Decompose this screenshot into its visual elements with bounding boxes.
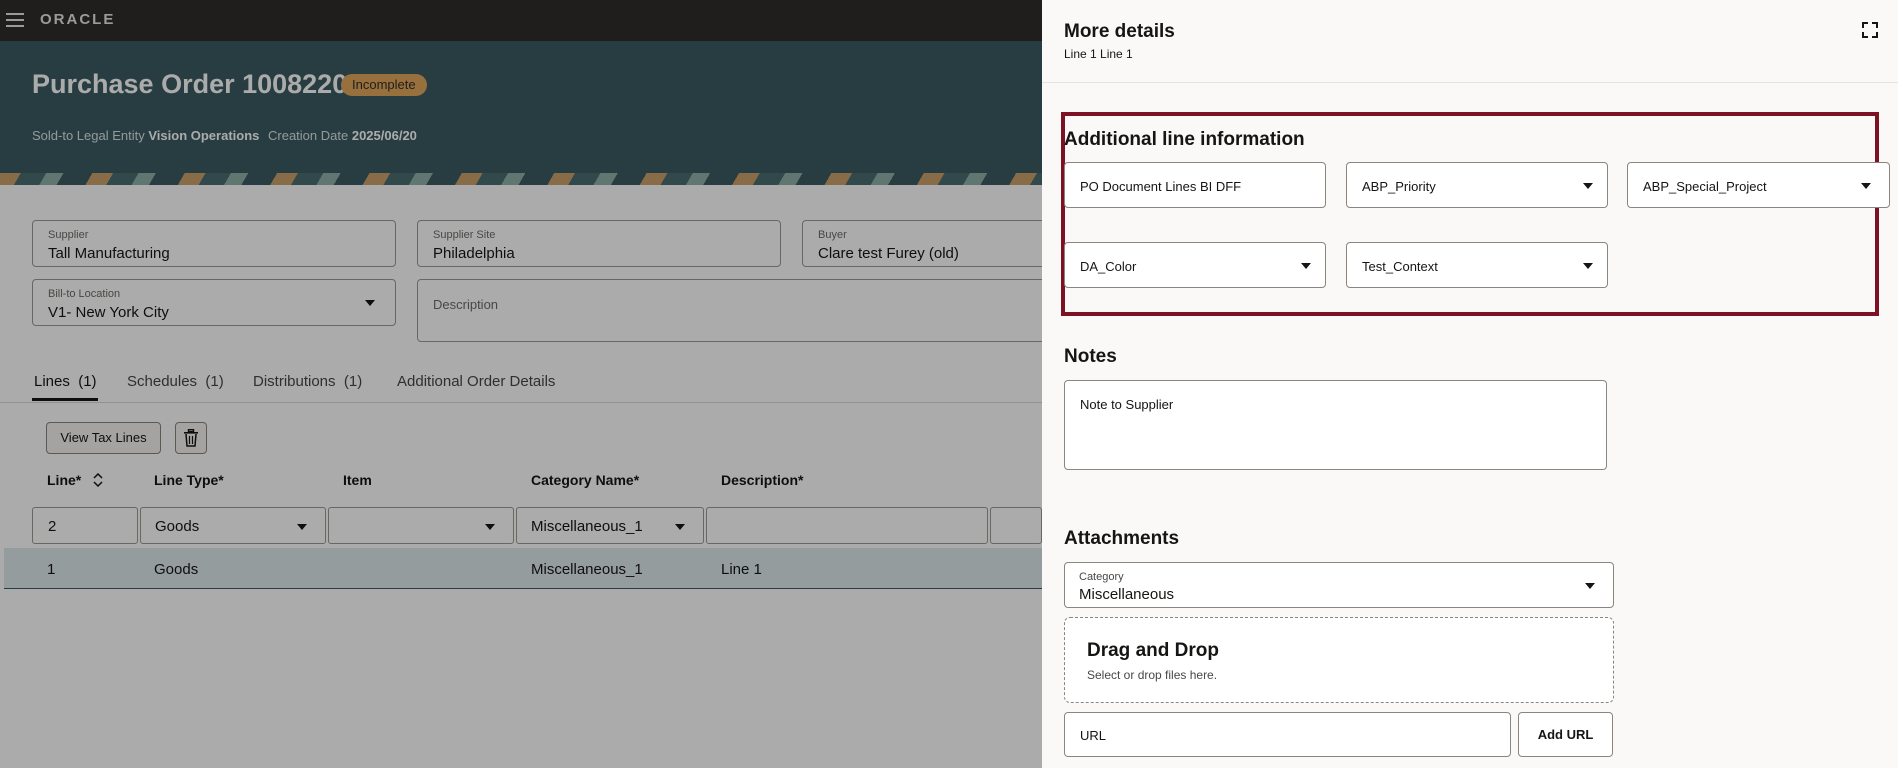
dropzone-subtitle: Select or drop files here. [1087, 668, 1218, 682]
abp-special-project-select[interactable]: ABP_Special_Project [1627, 162, 1890, 208]
note-to-supplier-textarea[interactable]: Note to Supplier [1064, 380, 1607, 470]
notes-title: Notes [1064, 346, 1117, 367]
test-context-select[interactable]: Test_Context [1346, 242, 1608, 288]
attachments-title: Attachments [1064, 528, 1180, 549]
additional-line-info-title: Additional line information [1064, 129, 1305, 150]
drawer-subtitle: Line 1 Line 1 [1064, 47, 1133, 61]
dropzone-title: Drag and Drop [1087, 640, 1219, 661]
drawer-divider [1042, 82, 1898, 83]
add-url-button[interactable]: Add URL [1518, 712, 1613, 757]
file-dropzone[interactable]: Drag and Drop Select or drop files here. [1064, 617, 1614, 703]
attachment-category-select[interactable]: Category Miscellaneous [1064, 562, 1614, 608]
modal-overlay[interactable] [0, 0, 1042, 768]
chevron-down-icon [1583, 263, 1593, 269]
chevron-down-icon [1301, 263, 1311, 269]
chevron-down-icon [1583, 183, 1593, 189]
chevron-down-icon [1585, 583, 1595, 589]
abp-priority-select[interactable]: ABP_Priority [1346, 162, 1608, 208]
more-details-drawer: More details Line 1 Line 1 Additional li… [1042, 0, 1898, 768]
url-input[interactable]: URL [1064, 712, 1511, 757]
chevron-down-icon [1861, 183, 1871, 189]
expand-icon[interactable] [1862, 22, 1878, 38]
da-color-select[interactable]: DA_Color [1064, 242, 1326, 288]
drawer-title: More details [1064, 21, 1175, 42]
po-document-lines-field[interactable]: PO Document Lines BI DFF [1064, 162, 1326, 208]
